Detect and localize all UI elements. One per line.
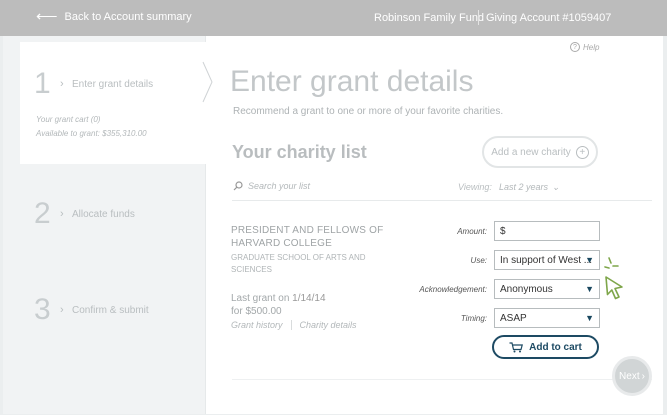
back-link-label: Back to Account summary [64,11,192,23]
charity-list-title: Your charity list [232,142,367,162]
viewing-period-value: Last 2 years [499,182,549,192]
step-1-card[interactable] [20,42,206,164]
use-label: Use: [470,256,487,265]
page-subtitle: Recommend a grant to one or more of your… [233,106,504,117]
last-grant-date: 1/14/14 [292,293,326,304]
viewing-period-dropdown[interactable]: Last 2 years ⌄ [499,182,560,193]
available-to-grant: Available to grant: $355,310.00 [36,129,147,138]
charity-department: GRADUATE SCHOOL OF ARTS AND SCIENCES [231,253,366,274]
fund-name: Robinson Family Fund [374,12,485,24]
active-step-bracket [202,61,213,103]
main-panel: 1 › Enter grant details Your grant cart … [3,36,663,414]
timing-select[interactable]: ASAP ▼ [494,308,600,328]
chevron-down-icon: ▼ [585,284,594,294]
add-new-charity-button[interactable]: Add a new charity + [482,136,598,168]
timing-label: Timing: [460,314,487,323]
add-to-cart-label: Add to cart [529,341,582,353]
search-icon [233,181,243,191]
add-to-cart-button[interactable]: Add to cart [492,335,599,359]
last-grant-prefix: Last grant on [231,293,290,304]
amount-field[interactable]: $ [494,221,600,241]
chevron-right-icon: › [60,78,64,90]
steps-sidebar: 1 › Enter grant details Your grant cart … [3,36,206,414]
grant-history-link[interactable]: Grant history [231,320,283,330]
amount-label: Amount: [457,227,487,236]
step-2-number: 2 [34,197,51,230]
charity-details-link[interactable]: Charity details [300,320,357,330]
acknowledgement-select[interactable]: Anonymous ▼ [494,279,600,299]
acknowledgement-value: Anonymous [500,283,553,295]
chevron-right-icon: › [641,370,645,382]
back-to-account-summary-link[interactable]: ⟵ Back to Account summary [36,8,192,25]
search-placeholder: Search your list [248,181,311,191]
help-link[interactable]: ? Help [570,42,599,52]
use-value: In support of West ... [500,254,593,266]
viewing-label: Viewing: [458,182,492,192]
add-charity-label: Add a new charity [491,146,571,158]
step-3-label: Confirm & submit [72,305,149,316]
page-title: Enter grant details [230,65,474,98]
help-label: Help [583,42,600,52]
next-button[interactable]: Next › [612,356,652,396]
acknowledgement-label: Acknowledgement: [419,285,487,294]
grant-cart-count[interactable]: Your grant cart (0) [36,115,100,124]
search-list-input[interactable]: Search your list [233,181,310,191]
cart-icon [509,341,524,352]
hand-cursor-icon [604,257,623,300]
use-select[interactable]: In support of West ... ▼ [494,250,600,270]
timing-value: ASAP [500,312,527,324]
chevron-right-icon: › [60,208,64,220]
link-divider [290,320,292,330]
last-grant-amount: for $500.00 [231,306,282,317]
step-3-number: 3 [34,293,51,326]
charity-links: Grant history Charity details [231,320,357,330]
chevron-down-icon: ▼ [585,313,594,323]
step-2-label: Allocate funds [72,209,135,220]
step-1-number: 1 [34,67,51,100]
list-divider [232,200,652,201]
amount-value: $ [500,225,506,237]
chevron-down-icon: ▼ [585,255,594,265]
top-bar: ⟵ Back to Account summary Robinson Famil… [0,0,667,36]
next-label: Next [619,370,640,382]
question-circle-icon: ? [570,42,580,52]
chevron-right-icon: › [60,304,64,316]
plus-circle-icon: + [575,145,589,159]
chevron-down-icon: ⌄ [552,182,560,192]
charity-name: PRESIDENT AND FELLOWS OF HARVARD COLLEGE [231,225,384,249]
last-grant-info: Last grant on 1/14/14 for $500.00 [231,292,326,318]
left-arrow-icon: ⟵ [36,8,58,25]
footer-divider [232,379,652,380]
step-1-label: Enter grant details [72,79,154,90]
topbar-divider [478,10,479,25]
account-number: Giving Account #1059407 [486,12,612,24]
